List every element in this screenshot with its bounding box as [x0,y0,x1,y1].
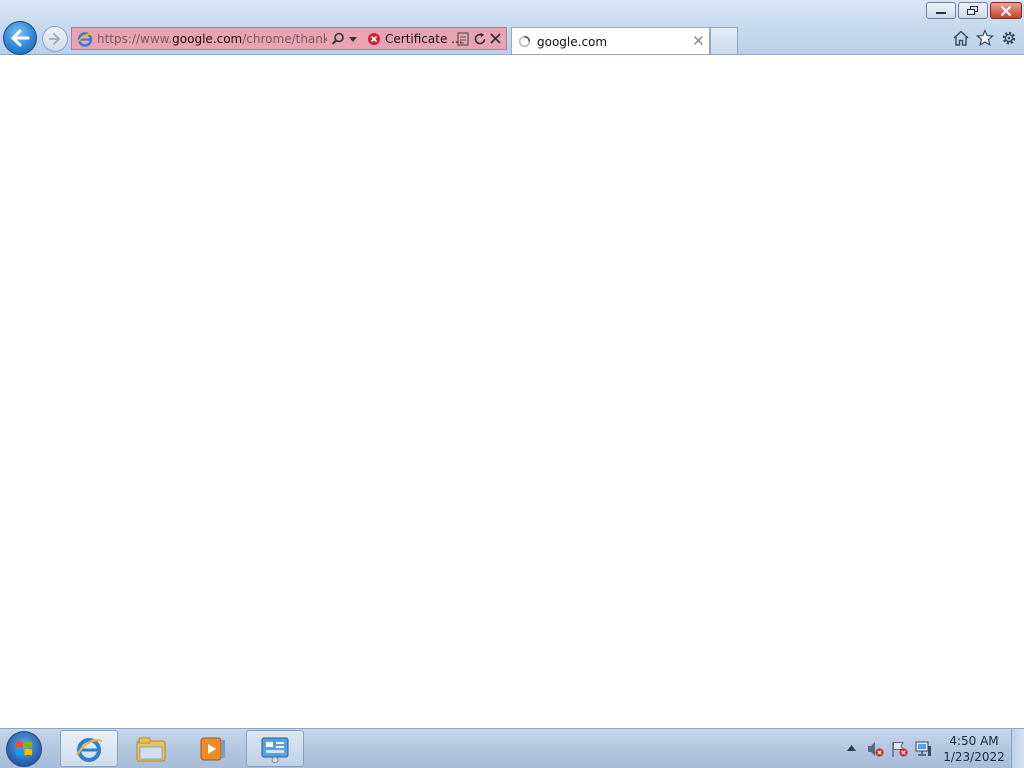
compatibility-view-icon[interactable] [457,32,469,46]
new-tab-button[interactable] [710,27,738,54]
minimize-icon [936,11,946,14]
browser-toolbar: https://www.google.com/chrome/thank-yo C… [0,0,1024,55]
taskbar: 4:50 AM 1/23/2022 [0,728,1024,768]
certificate-error-label[interactable]: Certificate ... [385,32,463,46]
ie-window: https://www.google.com/chrome/thank-yo C… [0,0,1024,768]
command-icons [952,28,1018,47]
home-button[interactable] [952,29,970,47]
media-player-icon [200,737,225,760]
internet-explorer-icon [76,737,103,762]
volume-muted-icon[interactable] [866,740,884,758]
window-controls [926,2,1022,19]
back-button[interactable] [3,21,37,55]
url-prefix: https://www. [97,32,173,46]
folder-icon [136,737,166,761]
ie-icon [77,32,93,47]
forward-button[interactable] [42,26,68,52]
address-bar[interactable]: https://www.google.com/chrome/thank-yo C… [71,27,507,50]
close-window-button[interactable] [990,2,1022,19]
stop-icon[interactable] [489,32,502,45]
favorites-button[interactable] [975,28,995,47]
tools-gear-icon [1002,31,1016,45]
forward-arrow-icon [49,33,60,45]
network-icon[interactable] [914,740,932,758]
clock-time: 4:50 AM [949,734,999,748]
back-arrow-icon [11,29,30,47]
tab-close-icon[interactable] [693,35,704,46]
taskbar-windows-explorer[interactable] [122,730,180,767]
certificate-error-icon[interactable] [367,32,381,46]
url-domain: google.com [172,32,243,46]
tab-title: google.com [537,35,608,49]
favorites-star-icon [975,28,995,47]
clock[interactable]: 4:50 AM 1/23/2022 [942,733,1006,765]
close-icon [1000,5,1012,16]
tools-button[interactable] [1000,29,1018,47]
search-icon[interactable] [331,32,345,46]
clock-date: 1/23/2022 [943,750,1005,764]
start-button[interactable] [6,731,42,767]
refresh-icon[interactable] [473,32,487,46]
show-desktop-button[interactable] [1011,729,1024,768]
control-panel-icon [261,737,289,763]
minimize-button[interactable] [926,2,956,19]
taskbar-internet-explorer[interactable] [60,730,118,767]
tab-google[interactable]: google.com [511,27,710,54]
taskbar-control-panel[interactable] [246,730,304,767]
show-hidden-icons-arrow-icon[interactable] [847,745,856,751]
page-content[interactable] [0,55,1024,728]
action-center-flag-icon[interactable] [890,740,908,758]
restore-button[interactable] [958,2,988,19]
url-path: /chrome/thank-yo [242,32,327,46]
loading-spinner-icon [518,35,531,48]
taskbar-media-player[interactable] [184,730,242,767]
home-icon [953,30,969,46]
dropdown-arrow-icon[interactable] [349,37,357,42]
restore-icon [967,5,978,15]
url-text[interactable]: https://www.google.com/chrome/thank-yo [97,32,327,46]
windows-logo-icon [16,741,32,756]
